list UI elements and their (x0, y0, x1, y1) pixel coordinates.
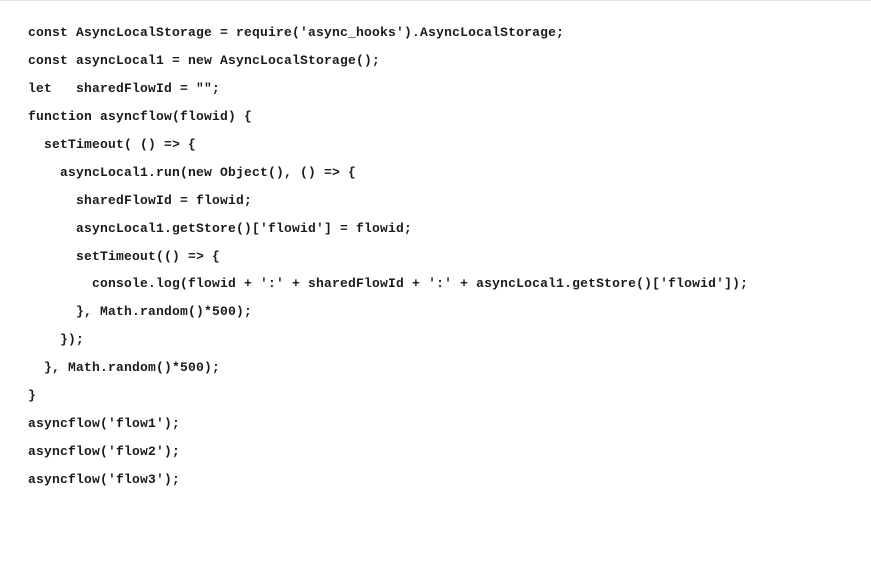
code-line: asyncflow('flow1'); (28, 410, 843, 438)
code-line: }, Math.random()*500); (28, 298, 843, 326)
code-line: const asyncLocal1 = new AsyncLocalStorag… (28, 47, 843, 75)
code-line: sharedFlowId = flowid; (28, 187, 843, 215)
code-line: setTimeout( () => { (28, 131, 843, 159)
code-line: }, Math.random()*500); (28, 354, 843, 382)
code-line: asyncflow('flow3'); (28, 466, 843, 494)
code-block: const AsyncLocalStorage = require('async… (28, 19, 843, 494)
code-line: let sharedFlowId = ""; (28, 75, 843, 103)
code-line: }); (28, 326, 843, 354)
code-line: function asyncflow(flowid) { (28, 103, 843, 131)
code-line: setTimeout(() => { (28, 243, 843, 271)
code-line: asyncflow('flow2'); (28, 438, 843, 466)
code-line: asyncLocal1.run(new Object(), () => { (28, 159, 843, 187)
code-line: asyncLocal1.getStore()['flowid'] = flowi… (28, 215, 843, 243)
code-line: console.log(flowid + ':' + sharedFlowId … (28, 270, 843, 298)
code-line: } (28, 382, 843, 410)
code-line: const AsyncLocalStorage = require('async… (28, 19, 843, 47)
